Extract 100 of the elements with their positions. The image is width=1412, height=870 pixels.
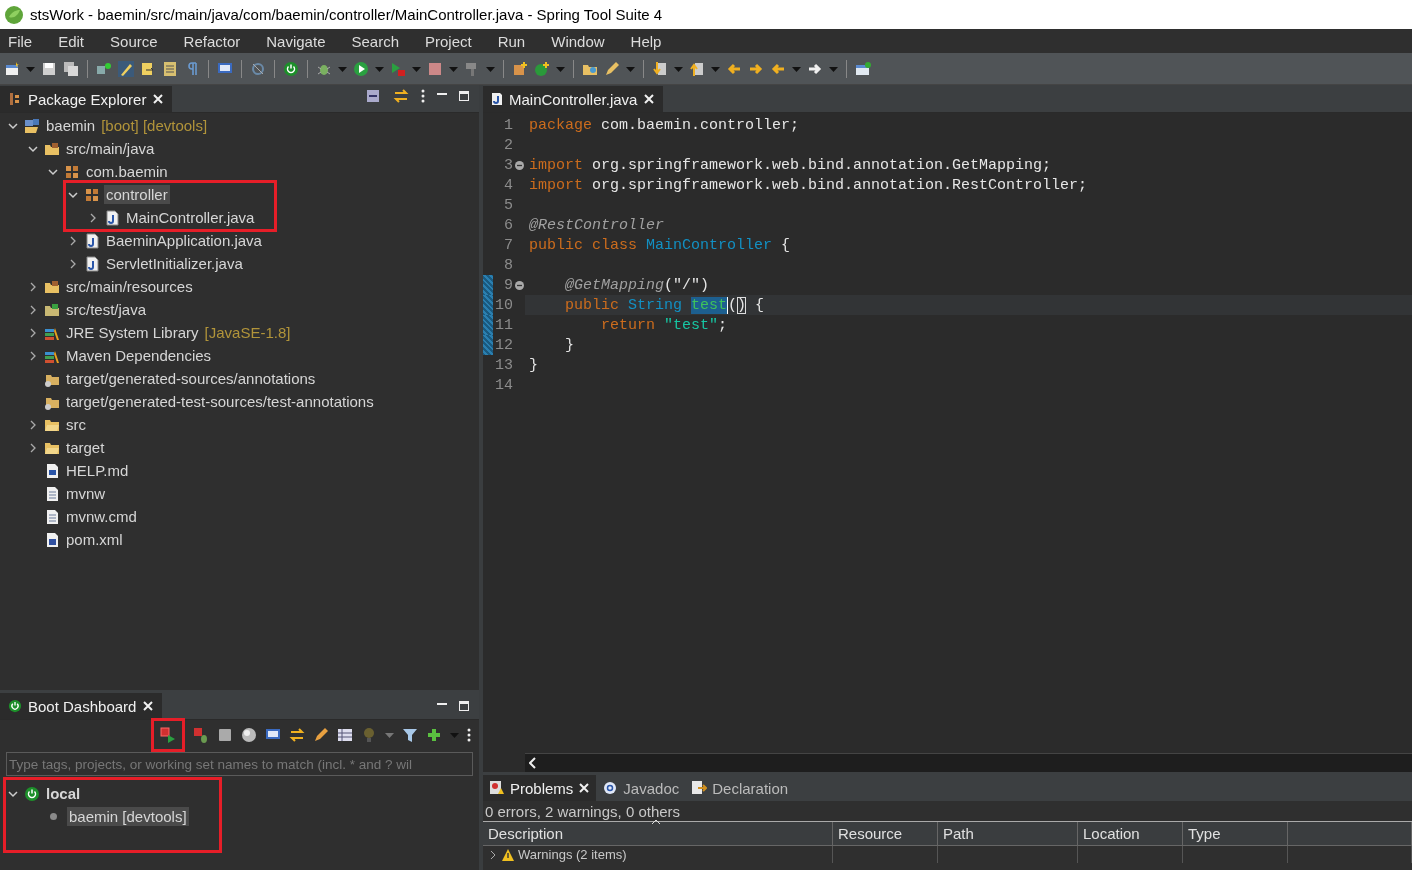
tree-item[interactable]: src xyxy=(64,415,88,434)
column-header[interactable]: Resource xyxy=(833,822,938,846)
menu-item[interactable]: Project xyxy=(425,32,485,50)
close-icon[interactable] xyxy=(152,93,165,105)
target-icon[interactable] xyxy=(250,60,266,77)
text-file-icon xyxy=(44,485,60,502)
tree-item[interactable]: baemin [devtools] xyxy=(67,807,189,826)
package-plus-icon[interactable] xyxy=(512,60,528,77)
start-icon xyxy=(160,727,176,743)
stop-icon[interactable] xyxy=(427,60,443,77)
table-cell[interactable]: Warnings (2 items) xyxy=(483,846,833,863)
column-header[interactable]: Location xyxy=(1078,822,1183,846)
code-line: } xyxy=(564,335,575,355)
tree-item[interactable]: src/test/java xyxy=(64,300,149,319)
view-tab[interactable]: Javadoc xyxy=(596,775,686,801)
menu-item[interactable]: Refactor xyxy=(183,32,254,50)
perspective-icon[interactable] xyxy=(855,60,871,77)
plus-button[interactable] xyxy=(426,727,442,743)
sort-caret-icon[interactable] xyxy=(651,819,661,825)
class-plus-icon[interactable] xyxy=(534,60,550,77)
menu-item[interactable]: Edit xyxy=(58,32,98,50)
maximize-icon[interactable] xyxy=(459,91,469,101)
menu-item[interactable]: Source xyxy=(110,32,171,50)
brush-icon[interactable] xyxy=(118,60,134,77)
stop-button[interactable] xyxy=(217,727,233,743)
at-sign-icon xyxy=(602,780,619,796)
filter-button[interactable] xyxy=(402,727,418,743)
close-icon[interactable] xyxy=(578,782,591,794)
collapse-fold-icon[interactable] xyxy=(514,160,524,170)
menu-item[interactable]: Run xyxy=(497,32,539,50)
tree-item[interactable]: pom.xml xyxy=(64,530,125,549)
menu-item[interactable]: File xyxy=(8,32,46,50)
view-tab[interactable]: Problems xyxy=(483,775,597,801)
tree-item[interactable]: target/generated-test-sources/test-annotations xyxy=(64,392,376,411)
close-icon[interactable] xyxy=(643,93,656,105)
document-arrow-icon[interactable] xyxy=(140,60,156,77)
sphere-button[interactable] xyxy=(241,727,257,743)
editor-tab[interactable]: MainController.java xyxy=(483,86,664,112)
java-file-icon xyxy=(84,232,100,249)
warning-icon xyxy=(502,848,514,861)
collapsed-chevron-icon[interactable] xyxy=(488,849,498,860)
maximize-icon[interactable] xyxy=(459,701,469,711)
project-icon xyxy=(24,117,40,134)
menu-item[interactable]: Navigate xyxy=(266,32,339,50)
start-button[interactable] xyxy=(151,718,185,752)
tree-item[interactable]: ServletInitializer.java xyxy=(104,254,245,273)
tree-item[interactable]: JRE System Library xyxy=(64,323,201,342)
arrow-down-doc-icon[interactable] xyxy=(652,60,668,77)
view-tab[interactable]: Package Explorer xyxy=(0,86,173,112)
tree-item[interactable]: target xyxy=(64,438,107,457)
power-icon[interactable] xyxy=(283,60,299,77)
column-header[interactable]: Path xyxy=(938,822,1078,846)
list-page-icon[interactable] xyxy=(162,60,178,77)
table-icon xyxy=(337,727,353,743)
run-icon[interactable] xyxy=(353,60,369,77)
menu-item[interactable]: Help xyxy=(630,32,675,50)
tree-item[interactable]: local xyxy=(44,784,83,803)
arrow-up-doc-icon[interactable] xyxy=(689,60,705,77)
close-icon[interactable] xyxy=(142,700,155,712)
tree-item[interactable]: baemin xyxy=(44,116,98,135)
package-icon xyxy=(64,163,80,180)
menu-item[interactable]: Search xyxy=(351,32,412,50)
tree-item[interactable]: HELP.md xyxy=(64,461,131,480)
debug-button[interactable] xyxy=(193,727,209,743)
test-folder-icon xyxy=(44,301,60,318)
line-number: 13 xyxy=(494,356,513,374)
filter-icon xyxy=(402,727,418,743)
view-menu-icon[interactable] xyxy=(467,728,471,742)
collapse-fold-icon[interactable] xyxy=(514,280,524,290)
tree-item[interactable]: target/generated-sources/annotations xyxy=(64,369,318,388)
tree-item[interactable]: mvnw.cmd xyxy=(64,507,139,526)
link-editor-icon[interactable] xyxy=(393,88,409,104)
menu-item[interactable]: Window xyxy=(551,32,618,50)
tree-item[interactable]: controller xyxy=(104,185,170,204)
tree-item[interactable]: src/main/resources xyxy=(64,277,195,296)
tree-item[interactable]: src/main/java xyxy=(64,139,157,158)
tree-item[interactable]: com.baemin xyxy=(84,162,170,181)
scroll-left-icon[interactable] xyxy=(529,757,537,769)
source-folder-icon xyxy=(44,140,60,157)
view-tab[interactable]: Declaration xyxy=(685,775,795,801)
column-header[interactable]: Description xyxy=(483,822,833,846)
code-line: @RestController xyxy=(528,215,666,235)
save-icon[interactable] xyxy=(41,60,57,77)
hierarchy-icon xyxy=(8,92,22,106)
new-window-icon[interactable] xyxy=(4,60,20,77)
save-all-icon[interactable] xyxy=(63,60,79,77)
tree-item[interactable]: mvnw xyxy=(64,484,108,503)
pencil-icon[interactable] xyxy=(604,60,620,77)
tree-item[interactable]: Maven Dependencies xyxy=(64,346,214,365)
tree-item[interactable]: MainController.java xyxy=(124,208,257,227)
column-header[interactable]: Type xyxy=(1183,822,1288,846)
table-button[interactable] xyxy=(337,727,353,743)
view-tab[interactable]: Boot Dashboard xyxy=(0,693,163,719)
swap-arrows-button[interactable] xyxy=(289,727,305,743)
tree-item[interactable]: BaeminApplication.java xyxy=(104,231,264,250)
view-menu-icon[interactable] xyxy=(421,89,425,103)
filter-field[interactable]: Type tags, projects, or working set names to match (incl. * and ? wil xyxy=(6,752,473,776)
server-icon[interactable] xyxy=(96,60,112,77)
pencil-button[interactable] xyxy=(313,727,329,743)
collapse-all-icon[interactable] xyxy=(365,88,381,104)
